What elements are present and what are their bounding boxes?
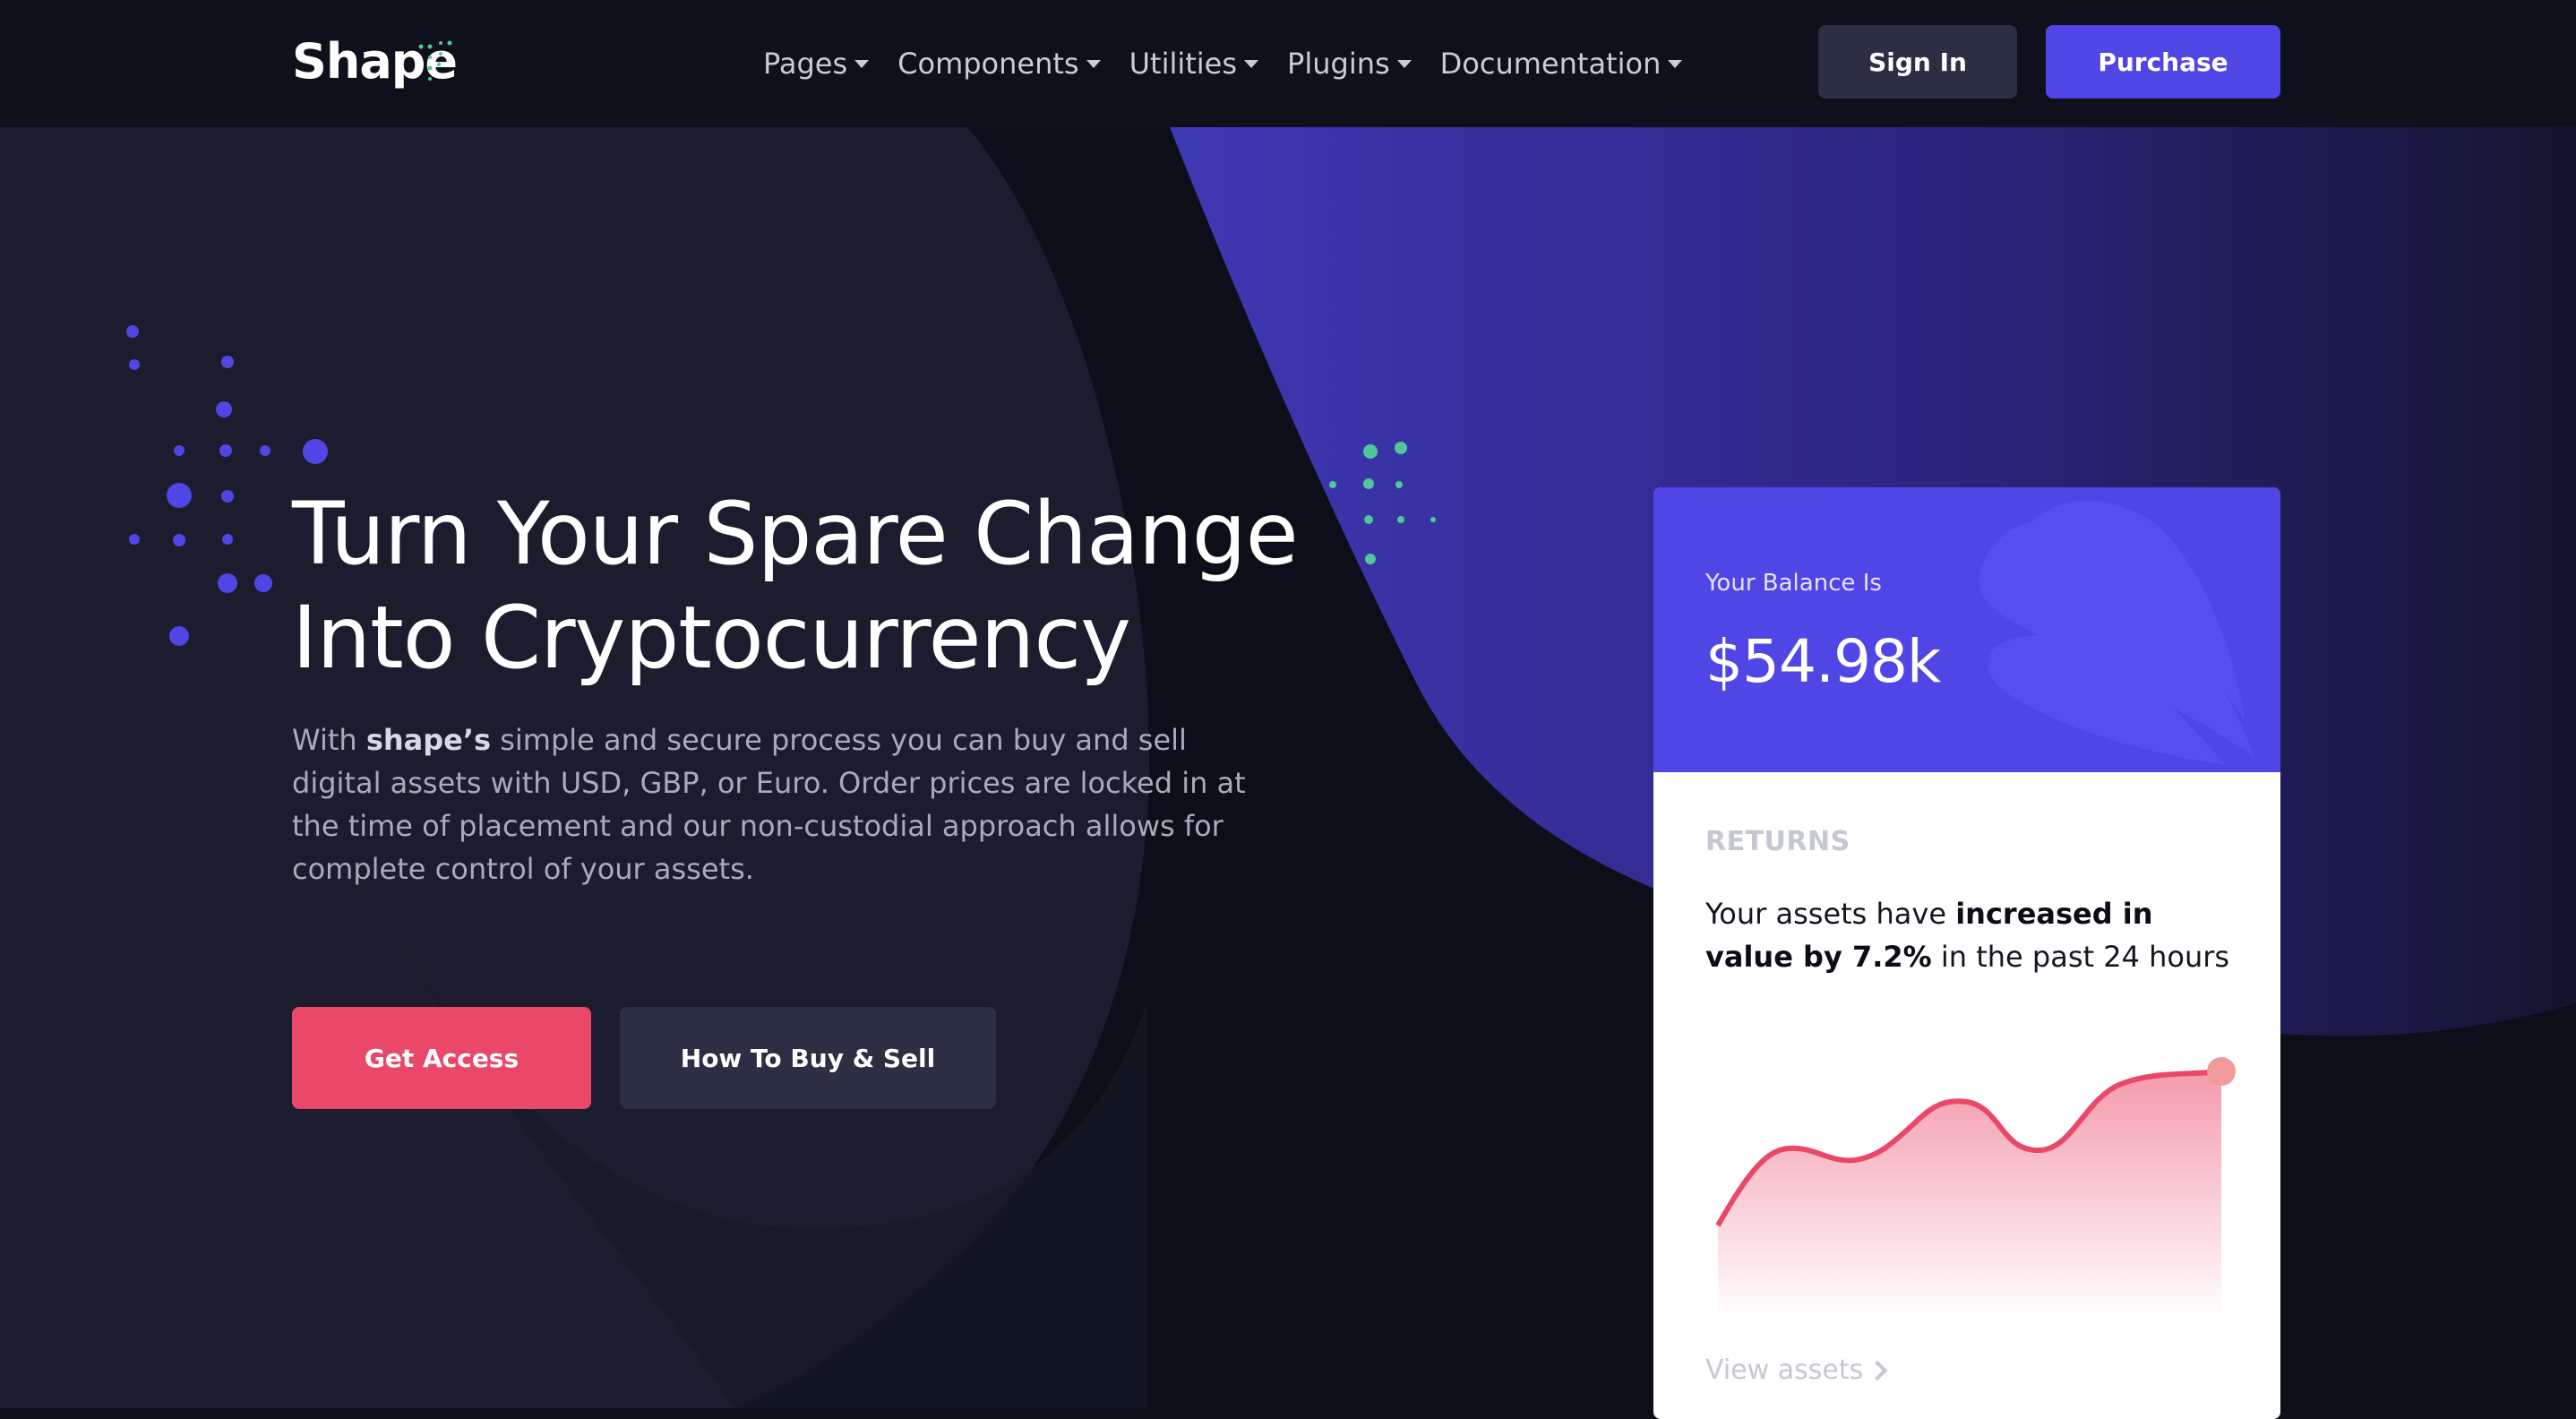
balance-value: $54.98k [1705, 627, 1941, 696]
purchase-button[interactable]: Purchase [2046, 25, 2280, 99]
view-assets-label: View assets [1705, 1354, 1864, 1386]
hero-text-prefix: With [292, 723, 366, 757]
caret-down-icon [1396, 59, 1412, 68]
hero-description: With shape’s simple and secure process y… [292, 718, 1268, 890]
nav-item-label: Documentation [1439, 47, 1662, 81]
nav-item-plugins[interactable]: Plugins [1287, 36, 1412, 91]
hero-text-brand: shape’s [365, 723, 492, 757]
returns-suffix: in the past 24 hours [1931, 940, 2230, 974]
nav-item-utilities[interactable]: Utilities [1129, 36, 1259, 91]
returns-text: Your assets have increased in value by 7… [1705, 892, 2243, 978]
sparkle-dots-icon [418, 40, 452, 81]
nav-item-components[interactable]: Components [897, 36, 1101, 91]
nav-item-label: Pages [763, 47, 848, 81]
get-access-button[interactable]: Get Access [292, 1007, 591, 1109]
balance-card: Your Balance Is $54.98k RETURNS Your ass… [1653, 487, 2280, 1419]
how-to-buy-sell-button[interactable]: How To Buy & Sell [620, 1007, 996, 1109]
hero-title: Turn Your Spare Change Into Cryptocurren… [292, 482, 1456, 690]
nav-item-label: Plugins [1287, 47, 1390, 81]
nav-item-pages[interactable]: Pages [763, 36, 870, 91]
chevron-right-icon [1867, 1360, 1888, 1380]
sign-in-button[interactable]: Sign In [1818, 25, 2017, 99]
top-navbar: Shape Pages Components Utilities Plugins [0, 0, 2576, 127]
leaf-icon [1979, 501, 2254, 765]
returns-label: RETURNS [1705, 826, 1850, 857]
returns-prefix: Your assets have [1705, 897, 1956, 931]
balance-label: Your Balance Is [1705, 570, 1882, 597]
balance-card-header: Your Balance Is $54.98k [1653, 487, 2280, 772]
chart-area [1718, 1071, 2221, 1320]
hero-title-line1: Turn Your Spare Change [292, 484, 1299, 584]
caret-down-icon [1086, 59, 1101, 68]
main-nav: Pages Components Utilities Plugins Docum… [763, 36, 1711, 91]
hero-title-line2: Into Cryptocurrency [292, 588, 1131, 688]
returns-chart [1715, 1057, 2236, 1320]
caret-down-icon [1668, 59, 1683, 68]
view-assets-link[interactable]: View assets [1705, 1354, 1888, 1386]
nav-item-label: Utilities [1129, 47, 1238, 81]
nav-item-documentation[interactable]: Documentation [1440, 36, 1683, 91]
caret-down-icon [854, 59, 870, 68]
caret-down-icon [1244, 59, 1259, 68]
nav-item-label: Components [897, 47, 1079, 81]
chart-endpoint [2207, 1057, 2236, 1086]
